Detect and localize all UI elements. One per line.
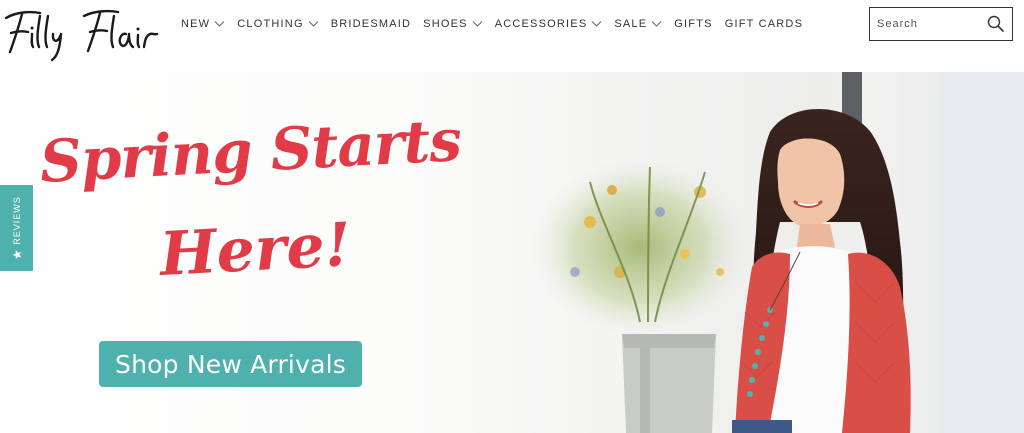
nav-item-clothing[interactable]: CLOTHING: [237, 18, 319, 30]
nav-item-label: GIFT CARDS: [724, 18, 804, 30]
nav-item-sale[interactable]: SALE: [614, 18, 662, 30]
hero-headline-line2: Here!: [158, 210, 353, 290]
main-nav: NEW CLOTHING BRIDESMAID SHOES ACCESSORIE…: [181, 16, 815, 32]
chevron-down-icon: [472, 21, 483, 27]
chevron-down-icon: [592, 21, 602, 27]
search-icon[interactable]: [987, 15, 1004, 32]
nav-item-accessories[interactable]: ACCESSORIES: [495, 18, 603, 30]
nav-item-new[interactable]: NEW: [181, 18, 225, 30]
nav-item-shoes[interactable]: SHOES: [423, 18, 483, 30]
nav-item-label: SALE: [614, 18, 648, 30]
star-icon: [12, 250, 21, 260]
chevron-down-icon: [214, 21, 225, 27]
chevron-down-icon: [651, 21, 662, 27]
reviews-tab-content: REVIEWS: [12, 196, 22, 260]
nav-item-label: NEW: [181, 18, 211, 30]
chevron-down-icon: [308, 21, 319, 27]
nav-item-label: SHOES: [423, 18, 468, 30]
nav-item-label: GIFTS: [674, 18, 713, 30]
nav-item-gifts[interactable]: GIFTS: [674, 18, 712, 30]
brand-logo[interactable]: [2, 2, 162, 62]
reviews-tab-label: REVIEWS: [11, 196, 22, 245]
search-box: [869, 7, 1013, 41]
shop-new-arrivals-button[interactable]: Shop New Arrivals: [99, 341, 362, 387]
site-header: NEW CLOTHING BRIDESMAID SHOES ACCESSORIE…: [0, 0, 1024, 72]
reviews-tab[interactable]: REVIEWS: [0, 185, 33, 271]
nav-item-label: ACCESSORIES: [494, 18, 588, 30]
hero-banner: Spring Starts Here! Shop New Arrivals: [0, 72, 1024, 433]
search-input[interactable]: [877, 8, 987, 40]
nav-item-label: BRIDESMAID: [330, 18, 412, 30]
nav-item-bridesmaid[interactable]: BRIDESMAID: [331, 18, 411, 30]
nav-item-gift-cards[interactable]: GIFT CARDS: [725, 18, 803, 30]
nav-item-label: CLOTHING: [237, 18, 304, 30]
